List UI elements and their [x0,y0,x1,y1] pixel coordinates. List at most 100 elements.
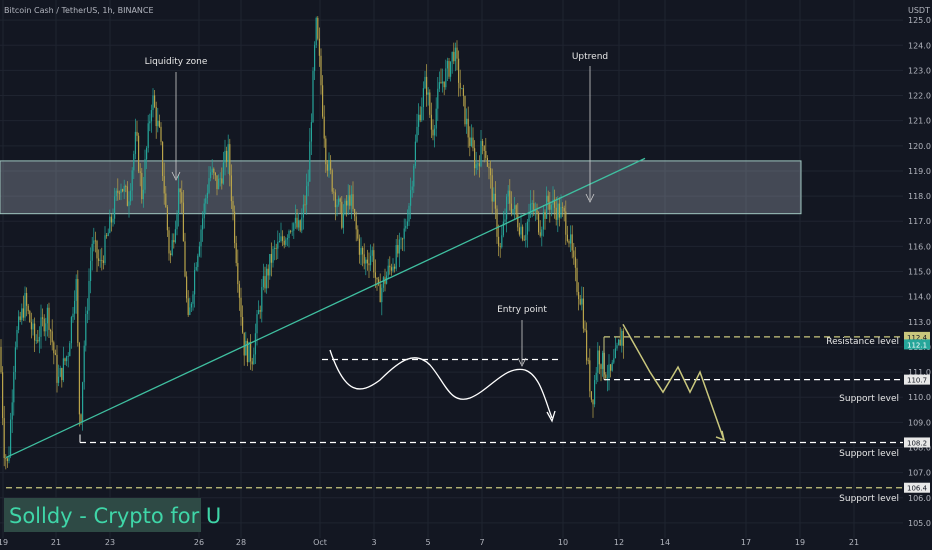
candle-body [5,458,7,459]
candle-body [178,188,180,215]
resistance-level-label: Resistance level [826,337,899,347]
candle-body [181,192,183,203]
candle-body [251,361,253,365]
candle-body [149,121,151,124]
candle-body [22,308,24,318]
y-tick-label: 105.0 [908,519,931,528]
candle-body [614,348,616,359]
candle-body [53,342,55,354]
candle-body [595,372,597,381]
candle-body [72,313,74,318]
chart-background [0,0,932,550]
candle-body [262,276,264,288]
candle-body [197,255,199,267]
candle-body [400,238,402,240]
candle-body [589,360,591,392]
candle-body [338,198,340,205]
candle-body [486,157,488,167]
candle-body [56,354,58,383]
candle-body [154,95,156,107]
candle-body [451,51,453,62]
candle-body [230,175,232,202]
candle-body [190,303,192,308]
candle-body [2,372,4,419]
candle-body [85,313,87,346]
candle-body [371,250,373,256]
candle-body [24,292,26,318]
candle-body [80,414,82,423]
candle-body [66,356,68,362]
x-tick-label: 14 [660,538,670,547]
candle-body [306,186,308,205]
candle-body [267,268,269,276]
candle-body [469,137,471,147]
candle-body [62,358,64,381]
candle-body [120,189,122,194]
candle-body [322,85,324,117]
candle-body [48,307,50,330]
candle-body [259,310,261,312]
candle-body [424,76,426,89]
candle-body [483,145,485,151]
candle-body [150,110,152,122]
candle-body [171,240,173,256]
candle-body [130,190,132,202]
y-tick-label: 113.0 [908,318,931,327]
y-tick-label: 125.0 [908,16,931,25]
candle-body [6,458,8,462]
candle-body [82,382,84,423]
candle-body [210,172,212,179]
candle-body [18,316,20,330]
candle-body [165,193,167,208]
candle-body [320,55,322,86]
candle-body [0,346,2,373]
candle-body [467,118,469,138]
candle-body [611,362,613,371]
candle-body [211,168,213,173]
candle-body [555,207,557,220]
candle-body [330,159,332,171]
candle-body [232,201,234,212]
candle-body [344,200,346,213]
candle-body [606,377,608,379]
candle-body [195,266,197,271]
candle-body [414,141,416,166]
candle-body [104,235,106,263]
candle-body [376,277,378,280]
y-tick-label: 107.0 [908,469,931,478]
candle-body [512,209,514,213]
liquidity-zone-rect [0,160,802,215]
candle-body [515,205,517,215]
y-tick-label: 114.0 [908,293,931,302]
candle-body [405,225,407,229]
candle-body [347,195,349,206]
candle-body [546,195,548,219]
candle-body [586,330,588,361]
candle-body [478,163,480,167]
candle-body [550,204,552,210]
chart-canvas[interactable]: 105.0106.0107.0108.0109.0110.0111.0112.0… [0,0,932,550]
candle-body [435,108,437,129]
trading-chart[interactable]: 105.0106.0107.0108.0109.0110.0111.0112.0… [0,0,932,550]
candle-body [499,246,501,248]
candle-body [266,268,268,289]
candle-body [146,147,148,160]
candle-body [131,170,133,191]
symbol-title: Bitcoin Cash / TetherUS, 1h, BINANCE [4,6,154,15]
candle-body [187,298,189,315]
candle-body [226,150,228,162]
candle-body [64,358,66,362]
candle-body [590,391,592,400]
candle-body [98,258,100,261]
candle-body [392,266,394,271]
candle-body [517,214,519,228]
candle-body [379,284,381,303]
candle-body [429,92,431,115]
candle-body [216,175,218,190]
candle-body [315,17,317,46]
candle-body [365,259,367,264]
candle-body [402,238,404,240]
candle-body [93,240,95,244]
candle-body [45,323,47,332]
candle-body [477,163,479,165]
